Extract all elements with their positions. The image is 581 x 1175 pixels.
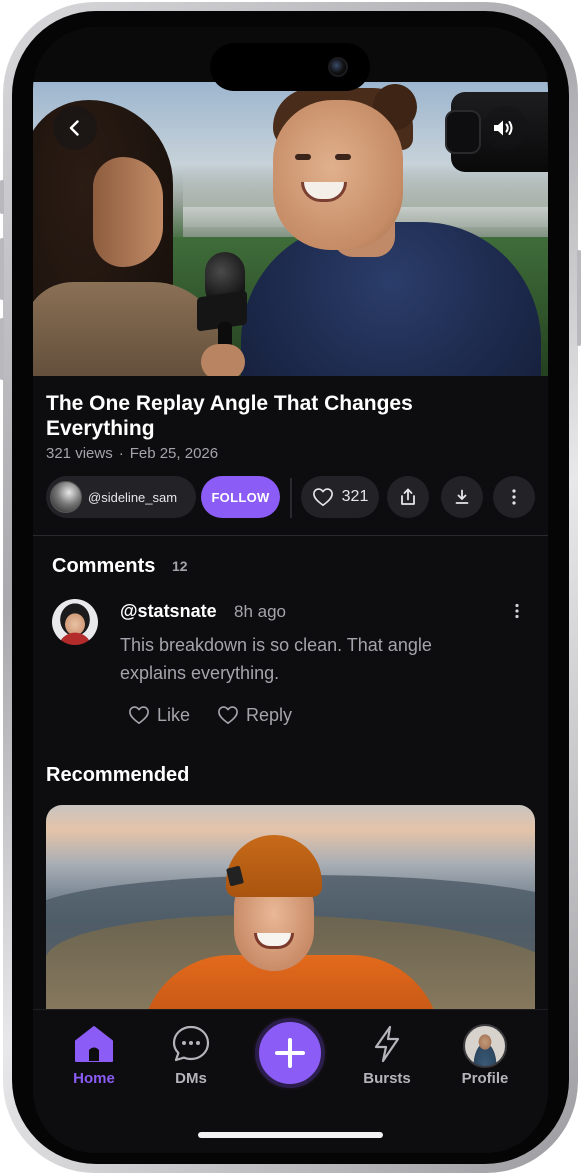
- more-vertical-icon: [512, 489, 516, 505]
- follow-button[interactable]: FOLLOW: [201, 476, 280, 518]
- action-divider: [290, 478, 292, 518]
- post-date: Feb 25, 2026: [129, 445, 219, 462]
- tab-bursts-label: Bursts: [363, 1070, 411, 1087]
- more-options-button[interactable]: [493, 476, 535, 518]
- tab-home-label: Home: [73, 1070, 115, 1087]
- comment-text: This breakdown is so clean. That angle e…: [120, 635, 432, 683]
- profile-avatar: [463, 1024, 507, 1068]
- like-button[interactable]: 321: [301, 476, 379, 518]
- creator-avatar: [50, 481, 82, 513]
- volume-up-button: [0, 238, 4, 300]
- tab-profile-label: Profile: [461, 1070, 509, 1087]
- create-post-button[interactable]: [255, 1018, 325, 1088]
- back-button[interactable]: [53, 106, 97, 150]
- comment-like-label: Like: [157, 704, 191, 725]
- like-count: 321: [341, 488, 369, 505]
- comment-like-button[interactable]: Like: [128, 703, 190, 727]
- heart-icon: [218, 706, 238, 724]
- tab-home[interactable]: Home: [54, 1024, 134, 1087]
- more-vertical-icon: [515, 603, 519, 619]
- creator-chip[interactable]: @sideline_sam: [46, 476, 196, 518]
- volume-down-button: [0, 318, 4, 380]
- share-icon: [401, 488, 415, 505]
- post-title: The One Replay Angle That Changes Everyt…: [46, 392, 413, 440]
- video-player[interactable]: [33, 82, 548, 376]
- lightning-bolt-icon: [374, 1025, 400, 1063]
- home-indicator[interactable]: [198, 1132, 383, 1138]
- section-divider: [33, 535, 548, 536]
- recommended-heading: Recommended: [46, 764, 190, 786]
- player-face: [273, 100, 403, 250]
- chevron-left-icon: [69, 120, 79, 136]
- post-meta: 321 views · Feb 25, 2026: [46, 445, 218, 462]
- comment-reply-button[interactable]: Reply: [217, 703, 292, 727]
- download-icon: [455, 489, 469, 504]
- comment-timestamp: 8h ago: [234, 602, 286, 621]
- action-button: [0, 180, 4, 214]
- home-icon: [75, 1026, 113, 1062]
- tab-dms-label: DMs: [175, 1070, 207, 1087]
- download-button[interactable]: [441, 476, 483, 518]
- comments-count: 12: [172, 558, 188, 574]
- app-screen: The One Replay Angle That Changes Everyt…: [33, 27, 548, 1153]
- tab-profile[interactable]: Profile: [445, 1024, 525, 1087]
- comment-more-button[interactable]: [507, 599, 527, 623]
- chat-bubble-icon: [172, 1025, 210, 1062]
- dynamic-island: [210, 43, 370, 91]
- view-count: 321 views: [46, 445, 113, 462]
- power-button: [577, 250, 581, 346]
- heart-icon: [312, 488, 333, 506]
- comment-username[interactable]: @statsnate: [120, 601, 217, 622]
- front-camera: [328, 57, 348, 77]
- action-row: @sideline_sam FOLLOW 321: [46, 476, 536, 518]
- hiker-beanie: [226, 835, 322, 897]
- speaker-volume-icon: [494, 120, 513, 136]
- comments-heading: Comments: [52, 555, 156, 577]
- creator-username: @sideline_sam: [88, 489, 178, 505]
- tab-bursts[interactable]: Bursts: [347, 1024, 427, 1087]
- sound-toggle-button[interactable]: [483, 106, 527, 150]
- heart-icon: [129, 706, 149, 724]
- meta-separator: ·: [118, 445, 124, 462]
- comment-reply-label: Reply: [246, 704, 293, 725]
- plus-icon: [275, 1038, 305, 1068]
- share-button[interactable]: [387, 476, 429, 518]
- commenter-avatar[interactable]: [52, 599, 98, 645]
- tab-dms[interactable]: DMs: [151, 1024, 231, 1087]
- recommended-video-card[interactable]: [46, 805, 535, 1015]
